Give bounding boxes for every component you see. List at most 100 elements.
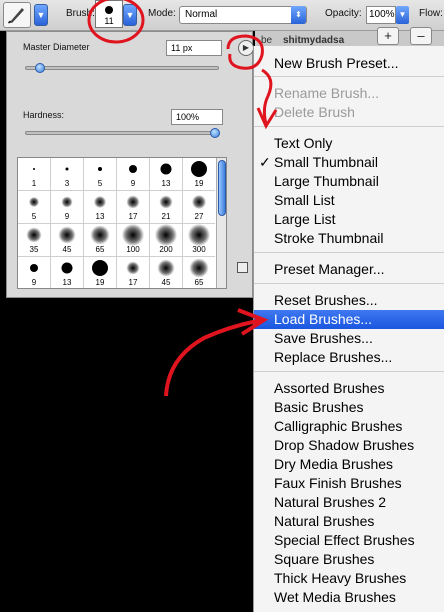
- menu-item-load-brushes[interactable]: Load Brushes...: [254, 310, 444, 329]
- brush-preset-cell[interactable]: 9: [117, 158, 149, 190]
- menu-item-label: Faux Finish Brushes: [274, 475, 402, 491]
- menu-item-thick-heavy-brushes[interactable]: Thick Heavy Brushes: [254, 569, 444, 588]
- menu-item-reset-brushes[interactable]: Reset Brushes...: [254, 291, 444, 310]
- brush-label: Brush:: [66, 8, 95, 19]
- brush-preset-cell[interactable]: 19: [84, 257, 116, 288]
- brush-preset-cell[interactable]: 100: [117, 224, 149, 256]
- brush-preset-cell[interactable]: 27: [183, 191, 215, 223]
- brush-tip-thumbnail: [65, 167, 69, 171]
- menu-item-delete-brush: Delete Brush: [254, 103, 444, 122]
- opacity-dropdown[interactable]: ▼: [396, 6, 409, 24]
- dropdown-icon: ▼: [36, 10, 46, 20]
- hardness-label: Hardness:: [23, 110, 65, 120]
- master-diameter-field[interactable]: 11 px: [166, 40, 222, 56]
- opacity-label: Opacity:: [325, 8, 362, 19]
- brush-preset-cell[interactable]: 5: [84, 158, 116, 190]
- menu-item-wet-media-brushes[interactable]: Wet Media Brushes: [254, 588, 444, 607]
- brush-tool-icon: [8, 8, 24, 24]
- brush-size-label: 9: [130, 179, 136, 188]
- dropdown-icon: ▼: [125, 10, 135, 20]
- brush-tip-thumbnail: [98, 167, 102, 171]
- menu-item-faux-finish-brushes[interactable]: Faux Finish Brushes: [254, 474, 444, 493]
- brush-tip-thumbnail: [157, 259, 175, 277]
- menu-item-assorted-brushes[interactable]: Assorted Brushes: [254, 379, 444, 398]
- brush-preset-cell[interactable]: 65: [84, 224, 116, 256]
- menu-item-label: Dry Media Brushes: [274, 456, 394, 472]
- brush-preset-cell[interactable]: 17: [117, 191, 149, 223]
- menu-item-label: Load Brushes...: [274, 311, 373, 327]
- brush-panel-menu: New Brush Preset... Rename Brush... Delete…: [253, 46, 444, 612]
- brush-size-label: 19: [95, 278, 105, 287]
- brush-preset-cell[interactable]: 9: [51, 191, 83, 223]
- menu-item-label: Large List: [274, 211, 336, 227]
- hardness-field[interactable]: 100%: [171, 109, 223, 125]
- master-diameter-slider[interactable]: [25, 63, 219, 73]
- brush-preset-cell[interactable]: 21: [150, 191, 182, 223]
- brush-size-label: 3: [64, 179, 70, 188]
- brush-tip-thumbnail: [160, 163, 172, 175]
- menu-item-large-list[interactable]: Large List: [254, 210, 444, 229]
- menu-item-label: Large Thumbnail: [274, 173, 379, 189]
- menu-item-dry-media-brushes[interactable]: Dry Media Brushes: [254, 455, 444, 474]
- panel-resize-icon[interactable]: [237, 262, 248, 273]
- menu-item-label: Save Brushes...: [274, 330, 373, 346]
- brush-tip-thumbnail: [126, 195, 140, 209]
- menu-item-special-effect-brushes[interactable]: Special Effect Brushes: [254, 531, 444, 550]
- brush-preset-picker[interactable]: 11: [95, 0, 123, 28]
- brush-picker-dropdown[interactable]: ▼: [123, 4, 137, 26]
- menu-item-label: Drop Shadow Brushes: [274, 437, 415, 453]
- brush-preset-cell[interactable]: 17: [117, 257, 149, 288]
- brush-preset-cell[interactable]: 5: [18, 191, 50, 223]
- menu-item-basic-brushes[interactable]: Basic Brushes: [254, 398, 444, 417]
- scrollbar-thumb[interactable]: [218, 160, 226, 216]
- brush-preset-cell[interactable]: 45: [51, 224, 83, 256]
- menu-item-stroke-thumbnail[interactable]: Stroke Thumbnail: [254, 229, 444, 248]
- master-diameter-slider-thumb[interactable]: [35, 63, 45, 73]
- brush-preset-cell[interactable]: 13: [51, 257, 83, 288]
- brush-preset-cell[interactable]: 300: [183, 224, 215, 256]
- menu-item-text-only[interactable]: Text Only: [254, 134, 444, 153]
- brush-preset-cell[interactable]: 65: [183, 257, 215, 288]
- brush-preset-cell[interactable]: 13: [150, 158, 182, 190]
- brush-preset-cell[interactable]: 1: [18, 158, 50, 190]
- brush-tip-thumbnail: [58, 226, 76, 244]
- menu-item-large-thumbnail[interactable]: Large Thumbnail: [254, 172, 444, 191]
- brush-size-label: 13: [95, 212, 105, 221]
- brush-tip-thumbnail: [192, 195, 206, 209]
- menu-item-drop-shadow-brushes[interactable]: Drop Shadow Brushes: [254, 436, 444, 455]
- menu-item-calligraphic-brushes[interactable]: Calligraphic Brushes: [254, 417, 444, 436]
- brush-preset-cell[interactable]: 45: [150, 257, 182, 288]
- brush-size-label: 21: [161, 212, 171, 221]
- remove-button[interactable]: –: [410, 27, 432, 45]
- menu-item-small-list[interactable]: Small List: [254, 191, 444, 210]
- menu-item-new-brush-preset[interactable]: New Brush Preset...: [254, 54, 444, 73]
- brush-size-label: 5: [97, 179, 103, 188]
- brush-tip-thumbnail: [191, 161, 207, 177]
- menu-item-square-brushes[interactable]: Square Brushes: [254, 550, 444, 569]
- brush-preset-cell[interactable]: 13: [84, 191, 116, 223]
- hardness-slider[interactable]: [25, 128, 220, 138]
- tool-preset-dropdown[interactable]: ▼: [34, 4, 48, 26]
- brush-tool-button[interactable]: [3, 2, 31, 28]
- brush-preset-cell[interactable]: 9: [18, 257, 50, 288]
- preset-list-scrollbar[interactable]: [216, 158, 226, 288]
- add-button[interactable]: +: [377, 27, 399, 45]
- menu-item-small-thumbnail[interactable]: ✓ Small Thumbnail: [254, 153, 444, 172]
- menu-item-natural-brushes[interactable]: Natural Brushes: [254, 512, 444, 531]
- opacity-field[interactable]: 100%: [366, 6, 396, 24]
- brush-preset-cell[interactable]: 200: [150, 224, 182, 256]
- brush-preset-cell[interactable]: 3: [51, 158, 83, 190]
- menu-item-save-brushes[interactable]: Save Brushes...: [254, 329, 444, 348]
- mode-select[interactable]: Normal ⬍: [179, 6, 307, 24]
- menu-item-preset-manager[interactable]: Preset Manager...: [254, 260, 444, 279]
- hardness-slider-thumb[interactable]: [210, 128, 220, 138]
- menu-item-replace-brushes[interactable]: Replace Brushes...: [254, 348, 444, 367]
- menu-item-natural-brushes-2[interactable]: Natural Brushes 2: [254, 493, 444, 512]
- brush-tip-thumbnail: [26, 227, 42, 243]
- brush-tip-thumbnail: [90, 225, 110, 245]
- panel-menu-button[interactable]: ▶: [238, 40, 254, 56]
- brush-preset-cell[interactable]: 19: [183, 158, 215, 190]
- brush-size-label: 17: [128, 212, 138, 221]
- brush-preset-cell[interactable]: 35: [18, 224, 50, 256]
- document-tab-title[interactable]: shitmydadsa: [283, 35, 344, 46]
